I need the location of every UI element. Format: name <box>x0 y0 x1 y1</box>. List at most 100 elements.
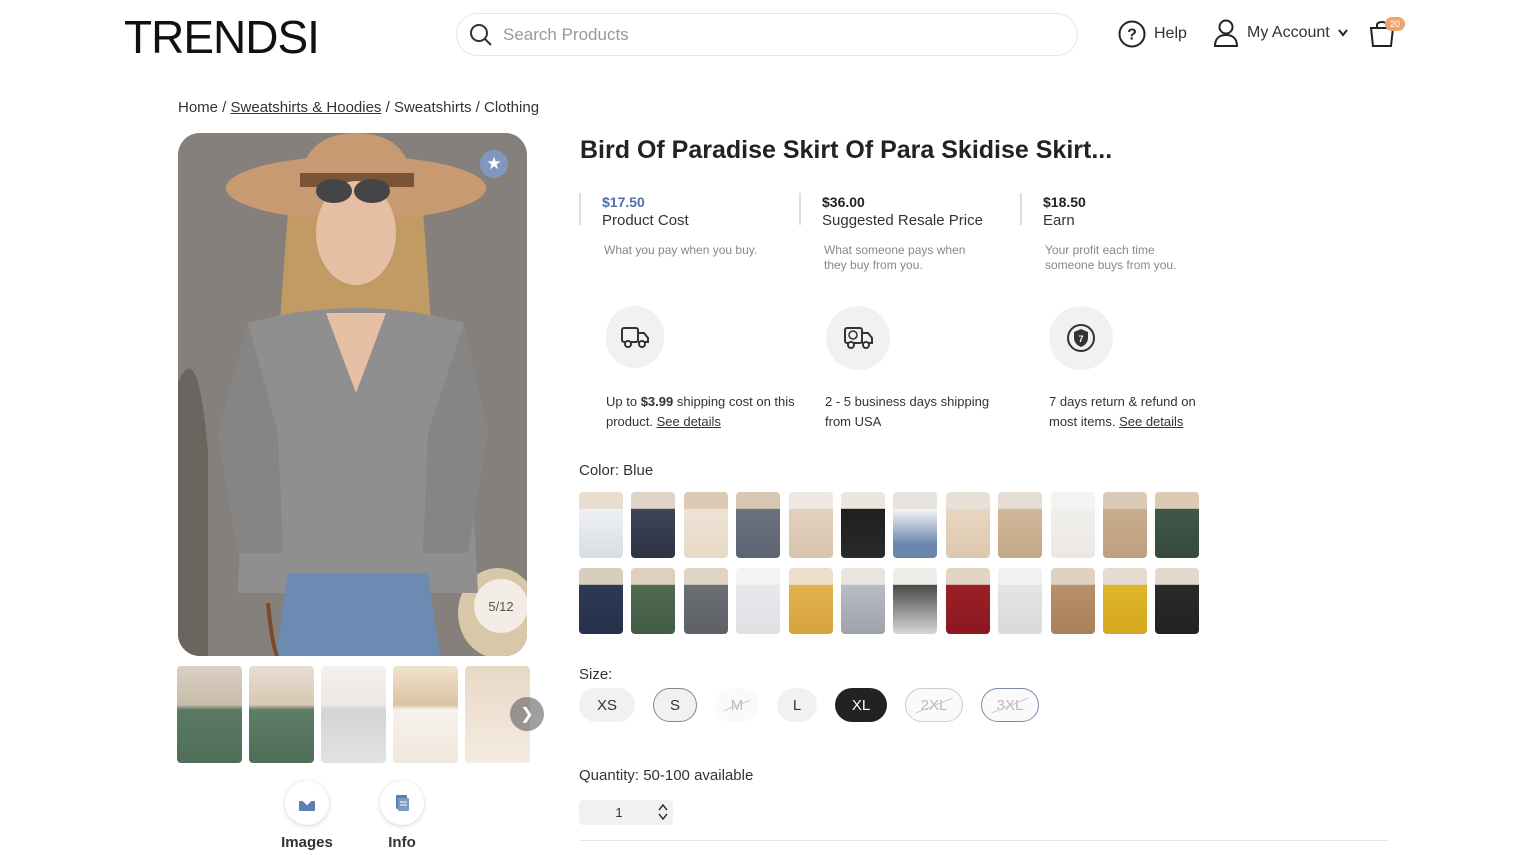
color-swatch[interactable] <box>683 568 728 634</box>
color-swatch[interactable] <box>1050 492 1095 558</box>
breadcrumb-sweatshirts[interactable]: Sweatshirts <box>394 99 472 116</box>
price-value: $36.00 <box>822 194 865 210</box>
divider <box>579 840 1389 841</box>
quantity-value: 1 <box>615 805 623 820</box>
color-swatch[interactable] <box>788 492 833 558</box>
feature-text: 2 - 5 business days shipping from USA <box>825 394 990 429</box>
color-swatch[interactable] <box>1155 492 1200 558</box>
thumbnail[interactable] <box>393 666 458 763</box>
feature-text: 7 days return & refund on most items. Se… <box>1049 394 1196 429</box>
see-details-link[interactable]: See details <box>657 414 721 429</box>
size-option-s[interactable]: S <box>653 688 697 722</box>
feature-return-policy: 7 7 days return & refund on most items. … <box>1049 306 1196 429</box>
price-name: Product Cost <box>602 212 689 229</box>
favorite-star-icon[interactable]: ★ <box>480 150 508 178</box>
breadcrumb-clothing[interactable]: Clothing <box>484 99 539 116</box>
see-details-link[interactable]: See details <box>1119 414 1183 429</box>
size-option-2xl[interactable]: 2XL <box>905 688 963 722</box>
breadcrumb-home[interactable]: Home <box>178 99 218 116</box>
search-icon <box>470 23 492 46</box>
help-link[interactable]: ? Help <box>1118 20 1187 48</box>
feature-shipping-cost: Up to $3.99 shipping cost on this produc… <box>606 306 795 429</box>
breadcrumb: Home / Sweatshirts & Hoodies / Sweatshir… <box>178 99 540 116</box>
color-swatch[interactable] <box>840 492 885 558</box>
download-info-button[interactable]: Info <box>372 781 432 851</box>
product-title: Bird Of Paradise Skirt Of Para Skidise S… <box>580 136 1113 164</box>
search-bar[interactable] <box>456 13 1078 56</box>
thumbnail[interactable] <box>177 666 242 763</box>
account-label: My Account <box>1247 24 1330 41</box>
account-menu[interactable]: My Account <box>1213 19 1348 47</box>
color-swatch[interactable] <box>998 492 1043 558</box>
quantity-label: Quantity: 50-100 available <box>579 767 754 784</box>
thumbnail[interactable] <box>249 666 314 763</box>
price-description: What someone pays when they buy from you… <box>824 243 966 272</box>
thumbnail-strip <box>177 666 530 763</box>
info-label: Info <box>388 834 416 851</box>
size-option-xl[interactable]: XL <box>835 688 887 722</box>
color-swatch[interactable] <box>1050 568 1095 634</box>
chevron-down-icon[interactable] <box>658 813 668 820</box>
color-swatch[interactable] <box>1102 492 1147 558</box>
feature-text: Up to $3.99 shipping cost on this produc… <box>606 394 795 429</box>
color-swatch[interactable] <box>736 492 781 558</box>
price-description: What you pay when you buy. <box>604 243 758 257</box>
color-swatch[interactable] <box>631 492 676 558</box>
logo[interactable]: TRENDSI <box>124 10 320 64</box>
size-options: XS S M L XL 2XL 3XL <box>579 688 1039 722</box>
color-swatch[interactable] <box>736 568 781 634</box>
thumbnail-next-button[interactable]: ❯ <box>510 697 544 731</box>
chevron-down-icon <box>1337 29 1348 37</box>
color-swatch[interactable] <box>631 568 676 634</box>
help-label: Help <box>1154 25 1187 42</box>
fast-delivery-icon <box>844 327 873 349</box>
color-swatch[interactable] <box>579 568 623 634</box>
price-name: Earn <box>1043 212 1075 229</box>
color-swatch[interactable] <box>840 568 885 634</box>
price-value: $17.50 <box>602 194 645 210</box>
color-swatch[interactable] <box>945 568 990 634</box>
download-icon <box>299 795 315 811</box>
price-product-cost: $17.50 Product Cost What you pay when yo… <box>579 193 757 257</box>
color-swatch[interactable] <box>1155 568 1200 634</box>
size-label: Size: <box>579 666 613 683</box>
color-swatch[interactable] <box>788 568 833 634</box>
color-swatch[interactable] <box>893 492 938 558</box>
size-option-m[interactable]: M <box>715 688 759 722</box>
breadcrumb-sweatshirts-hoodies[interactable]: Sweatshirts & Hoodies <box>231 99 382 116</box>
main-product-image[interactable]: ★ 5/12 <box>178 133 527 656</box>
price-name: Suggested Resale Price <box>822 212 983 229</box>
chevron-up-icon[interactable] <box>658 803 668 811</box>
user-icon <box>1213 19 1239 47</box>
product-page: TRENDSI ? Help My Account 20 Home / Swea… <box>0 0 1536 855</box>
quantity-stepper[interactable]: 1 <box>579 800 673 825</box>
images-label: Images <box>281 834 333 851</box>
color-swatch[interactable] <box>893 568 938 634</box>
price-value: $18.50 <box>1043 194 1086 210</box>
document-icon <box>396 795 409 811</box>
svg-text:?: ? <box>1127 27 1137 44</box>
color-swatch[interactable] <box>945 492 990 558</box>
size-option-l[interactable]: L <box>777 688 817 722</box>
shield-icon: 7 <box>1067 324 1095 352</box>
truck-icon <box>621 327 649 348</box>
price-suggested-resale: $36.00 Suggested Resale Price What someo… <box>799 193 983 272</box>
feature-shipping-time: 2 - 5 business days shipping from USA <box>825 306 989 429</box>
color-swatch[interactable] <box>998 568 1043 634</box>
thumbnail[interactable] <box>321 666 386 763</box>
product-photo <box>178 133 527 656</box>
quantity-arrows[interactable] <box>653 803 673 822</box>
color-swatches <box>579 492 1219 634</box>
svg-text:7: 7 <box>1078 334 1083 344</box>
size-option-xs[interactable]: XS <box>579 688 635 722</box>
color-swatch[interactable] <box>683 492 728 558</box>
cart-button[interactable]: 20 <box>1368 17 1405 53</box>
search-input[interactable] <box>503 24 1023 45</box>
help-icon: ? <box>1118 20 1146 48</box>
price-earn: $18.50 Earn Your profit each time someon… <box>1020 193 1176 272</box>
cart-count-badge: 20 <box>1385 17 1405 31</box>
size-option-3xl[interactable]: 3XL <box>981 688 1039 722</box>
color-swatch[interactable] <box>1102 568 1147 634</box>
download-images-button[interactable]: Images <box>277 781 337 851</box>
color-swatch[interactable] <box>579 492 623 558</box>
